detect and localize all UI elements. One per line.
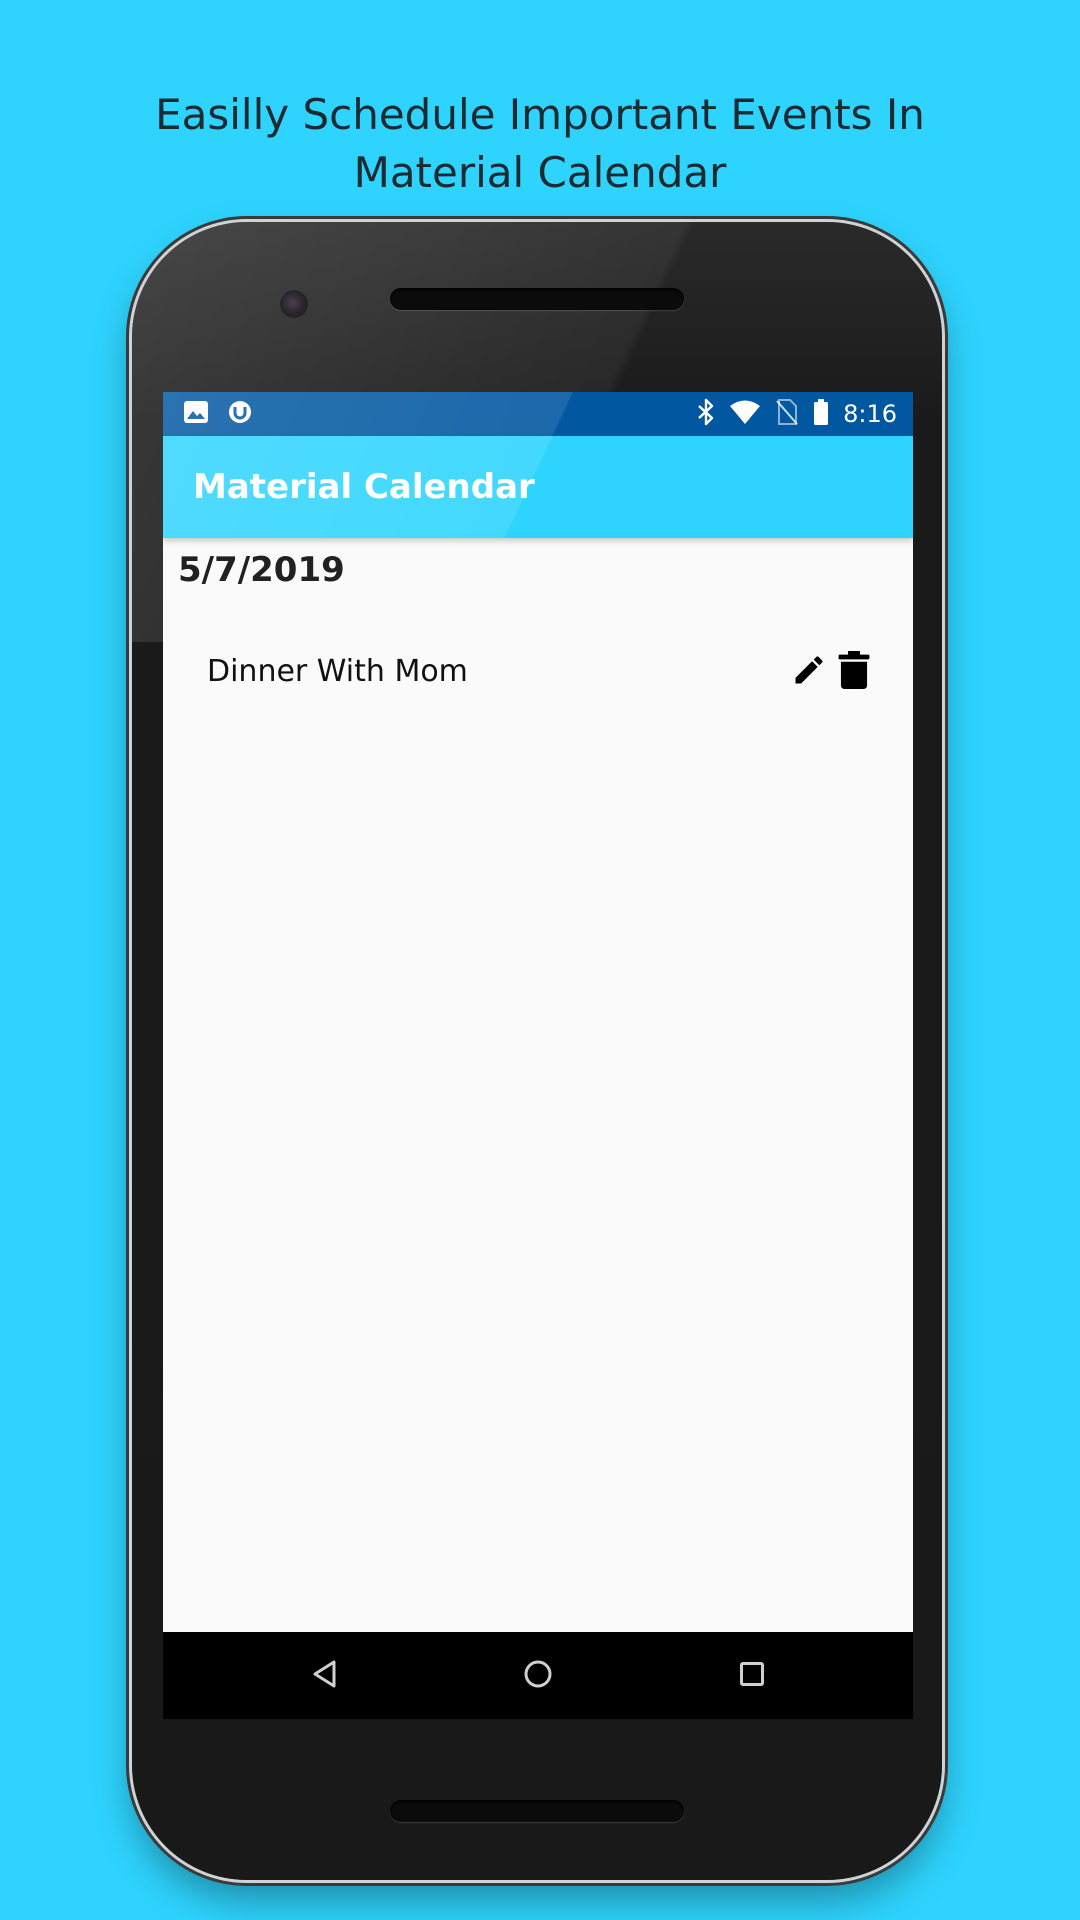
edit-event-button[interactable]	[787, 650, 831, 694]
app-title: Material Calendar	[193, 467, 535, 507]
promo-headline-line-1: Easilly Schedule Important Events In	[155, 90, 925, 139]
home-button[interactable]	[493, 1632, 583, 1719]
image-icon	[183, 400, 209, 428]
bottom-speaker	[390, 1800, 684, 1822]
front-camera	[280, 290, 308, 318]
edit-icon	[791, 652, 827, 692]
delete-icon	[837, 651, 871, 693]
recents-icon	[739, 1661, 765, 1691]
bluetooth-icon	[697, 398, 715, 430]
event-list-item[interactable]: Dinner With Mom	[163, 642, 913, 706]
navigation-bar	[163, 1632, 913, 1719]
promo-headline: Easilly Schedule Important Events In Mat…	[0, 86, 1080, 202]
promo-headline-line-2: Material Calendar	[353, 148, 727, 197]
date-header: 5/7/2019	[178, 550, 345, 590]
status-bar-notifications	[183, 392, 253, 436]
status-time: 8:16	[843, 400, 897, 428]
phone-screen: 8:16 Material Calendar 5/7/2019 Dinner W…	[163, 392, 913, 1719]
app-notification-icon	[227, 399, 253, 429]
home-icon	[523, 1659, 553, 1693]
delete-event-button[interactable]	[832, 650, 876, 694]
back-button[interactable]	[280, 1632, 370, 1719]
phone-power-button	[942, 768, 948, 864]
status-bar-system: 8:16	[697, 392, 897, 436]
app-bar: Material Calendar	[163, 436, 913, 538]
status-bar: 8:16	[163, 392, 913, 436]
battery-icon	[813, 398, 829, 430]
wifi-icon	[729, 399, 761, 429]
top-speaker	[390, 288, 684, 310]
phone-frame: 8:16 Material Calendar 5/7/2019 Dinner W…	[132, 222, 942, 1880]
phone-volume-button	[942, 934, 948, 1140]
no-sim-icon	[775, 398, 799, 430]
event-title: Dinner With Mom	[207, 654, 468, 689]
recents-button[interactable]	[707, 1632, 797, 1719]
back-icon	[311, 1659, 339, 1693]
